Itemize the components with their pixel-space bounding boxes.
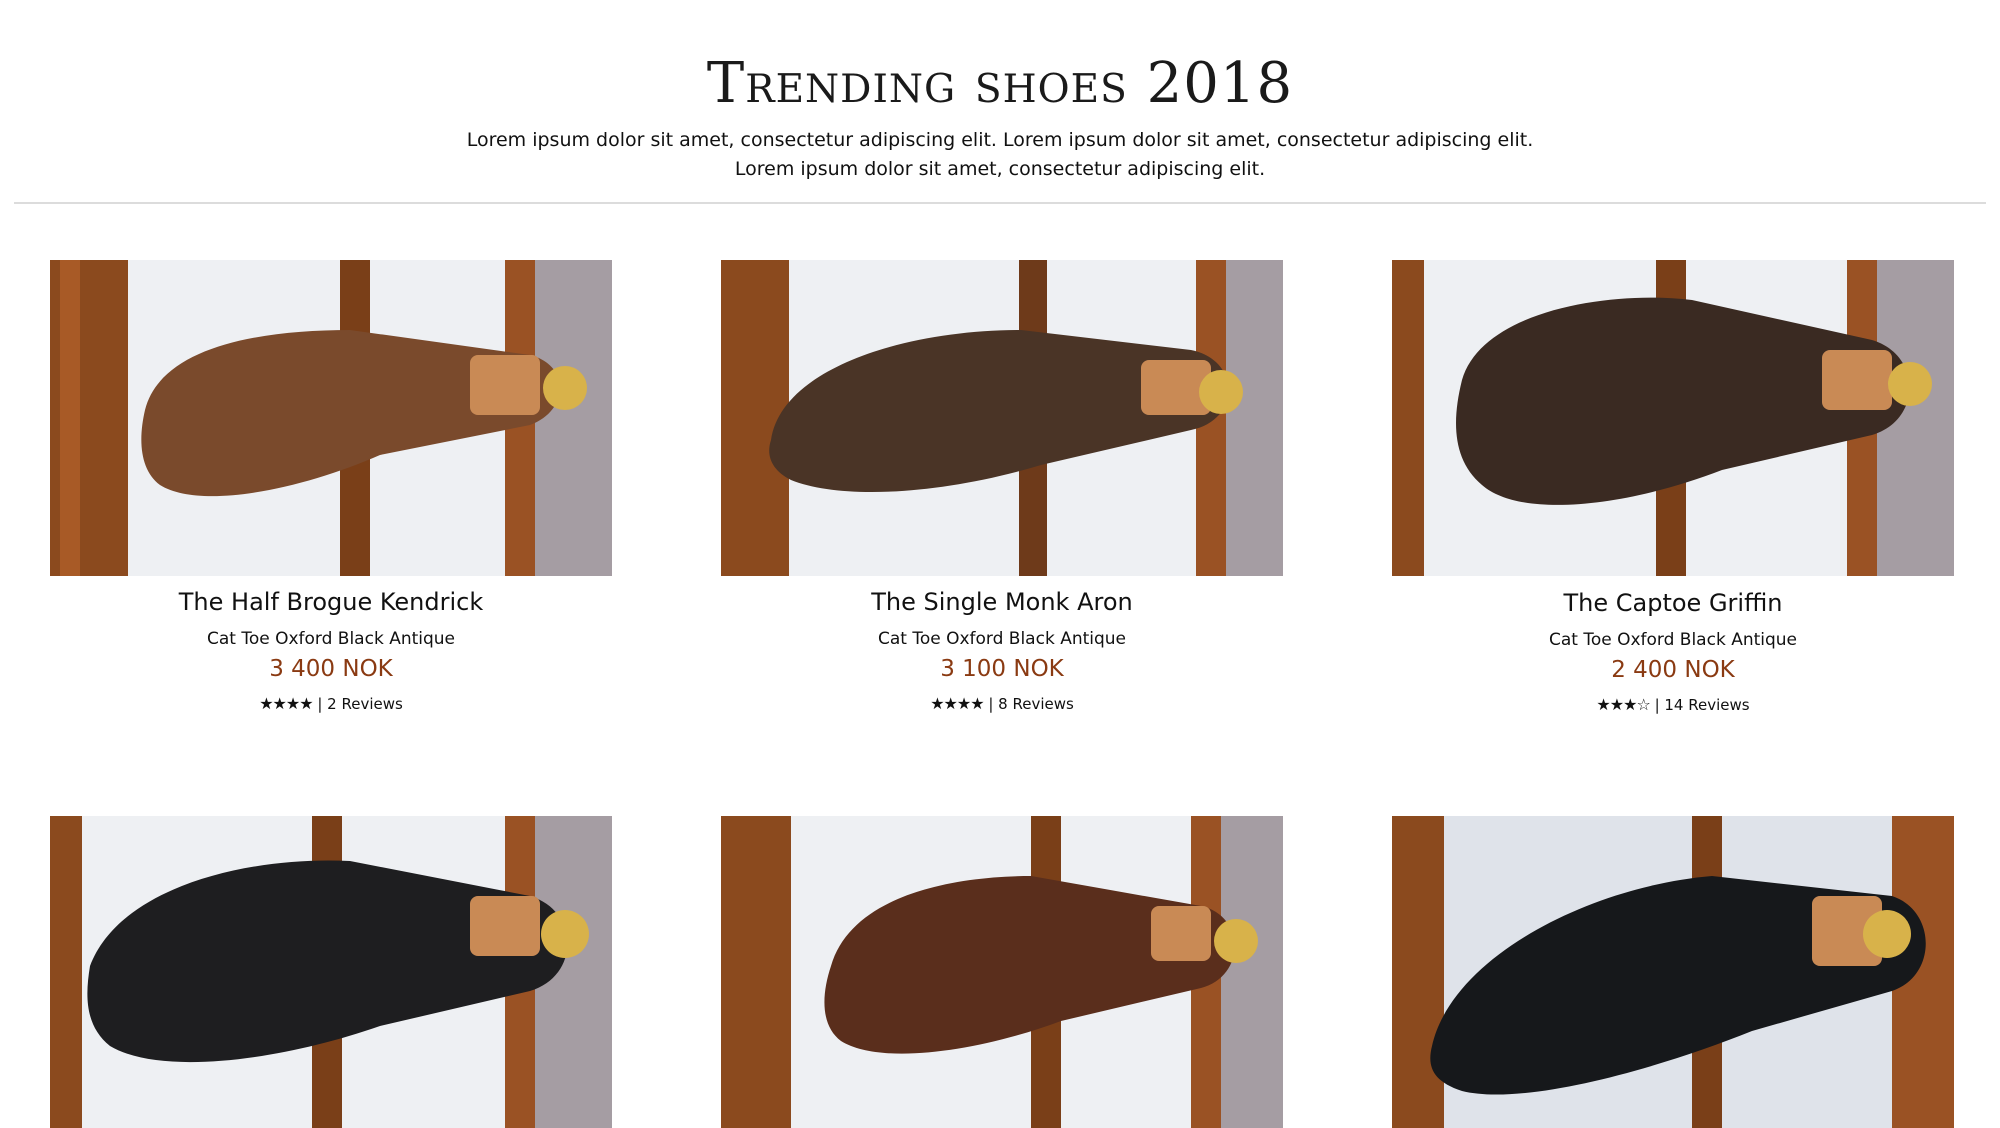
review-count[interactable]: | 14 Reviews <box>1655 696 1750 714</box>
product-price: 3 100 NOK <box>940 656 1064 682</box>
product-rating: ★★★★ | 8 Reviews <box>721 694 1283 713</box>
product-rating: ★★★★ | 2 Reviews <box>50 694 612 713</box>
product-name[interactable]: The Captoe Griffin <box>1392 589 1954 617</box>
review-count[interactable]: | 2 Reviews <box>317 695 402 713</box>
product-image[interactable] <box>721 816 1283 1128</box>
product-subtitle: Cat Toe Oxford Black Antique <box>877 629 1127 649</box>
product-price: 2 400 NOK <box>1611 657 1735 683</box>
product-rating: ★★★☆ | 14 Reviews <box>1392 695 1954 714</box>
product-name[interactable]: The Single Monk Aron <box>721 588 1283 616</box>
product-image[interactable] <box>721 260 1283 576</box>
subtitle-line-2: Lorem ipsum dolor sit amet, consectetur … <box>734 158 1266 180</box>
subtitle-line-1: Lorem ipsum dolor sit amet, consectetur … <box>466 129 1534 151</box>
rating-stars: ★★★★ <box>259 694 313 713</box>
rating-stars: ★★★★ <box>930 694 984 713</box>
product-image[interactable] <box>1392 816 1954 1128</box>
page-title: Trending shoes 2018 <box>706 51 1294 116</box>
product-image[interactable] <box>1392 260 1954 576</box>
product-image[interactable] <box>50 816 612 1128</box>
product-price: 3 400 NOK <box>269 656 393 682</box>
product-subtitle: Cat Toe Oxford Black Antique <box>206 629 456 649</box>
header-divider <box>14 202 1986 204</box>
product-image[interactable] <box>50 260 612 576</box>
product-subtitle: Cat Toe Oxford Black Antique <box>1548 630 1798 650</box>
product-name[interactable]: The Half Brogue Kendrick <box>50 588 612 616</box>
rating-stars: ★★★☆ <box>1596 695 1650 714</box>
review-count[interactable]: | 8 Reviews <box>988 695 1073 713</box>
page-subtitle: Lorem ipsum dolor sit amet, consectetur … <box>400 126 1600 184</box>
